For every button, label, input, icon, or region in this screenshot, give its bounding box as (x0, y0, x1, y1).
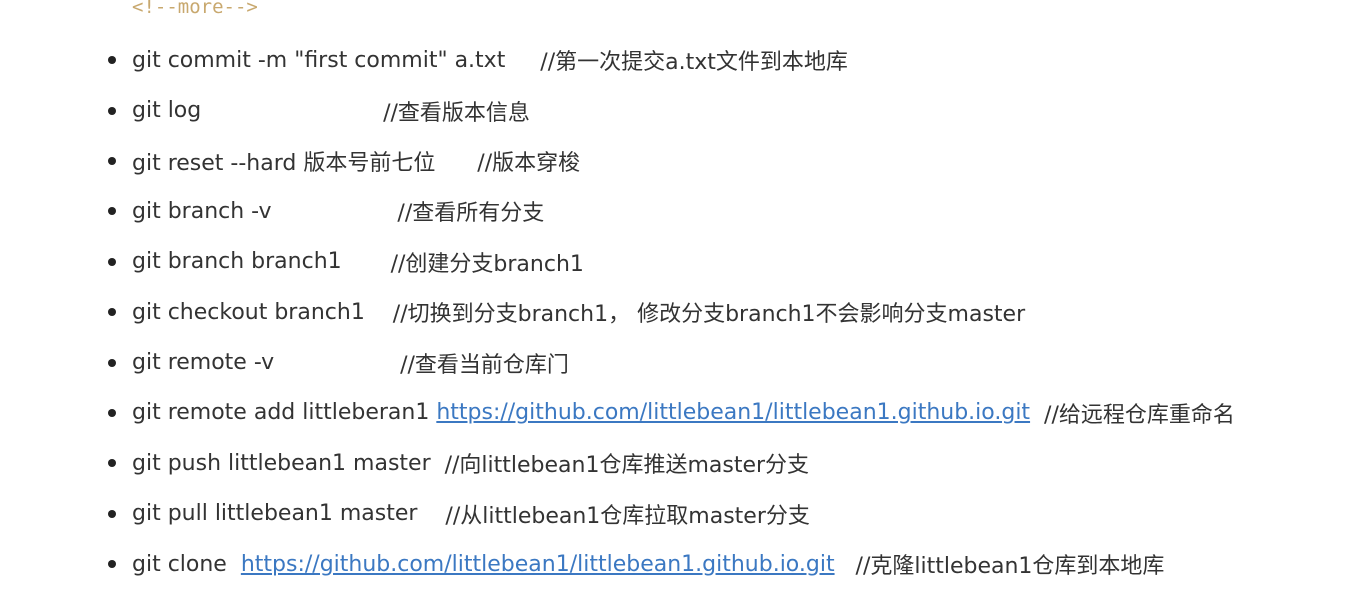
command-list: git commit -m "first commit" a.txt //第一次… (0, 35, 1235, 589)
repo-link[interactable]: https://github.com/littlebean1/littlebea… (241, 552, 835, 577)
list-item: git checkout branch1 //切换到分支branch1， 修改分… (0, 287, 1235, 337)
command-comment: //从littlebean1仓库拉取master分支 (445, 503, 810, 529)
list-item: git reset --hard 版本号前七位 //版本穿梭 (0, 136, 1235, 186)
command-text: git branch branch1 (132, 249, 391, 275)
command-text: git reset --hard 版本号前七位 (132, 150, 478, 176)
list-item: git commit -m "first commit" a.txt //第一次… (0, 35, 1235, 85)
bullet-icon (108, 509, 116, 518)
command-comment: //给远程仓库重命名 (1030, 402, 1235, 428)
list-item: git branch branch1 //创建分支branch1 (0, 237, 1235, 287)
bullet-icon (108, 156, 116, 165)
command-text: git branch -v (132, 198, 398, 224)
command-comment: //克隆littlebean1仓库到本地库 (834, 554, 1165, 580)
command-comment: //第一次提交a.txt文件到本地库 (540, 50, 848, 76)
bullet-icon (108, 257, 116, 266)
command-text: git log (132, 98, 384, 124)
command-comment: //创建分支branch1 (390, 251, 584, 277)
bullet-icon (108, 408, 116, 417)
list-item: git branch -v //查看所有分支 (0, 186, 1235, 236)
bullet-icon (108, 207, 116, 216)
command-text: git pull littlebean1 master (132, 501, 446, 527)
list-item: git push littlebean1 master //向littlebea… (0, 438, 1235, 488)
command-text: git commit -m "first commit" a.txt (132, 47, 541, 73)
list-item: git clone https://github.com/littlebean1… (0, 539, 1235, 589)
command-comment: //向littlebean1仓库推送master分支 (444, 453, 810, 479)
bullet-icon (108, 358, 116, 367)
list-item: git remote -v //查看当前仓库门 (0, 337, 1235, 387)
list-item: git log //查看版本信息 (0, 85, 1235, 135)
command-text: git remote add littleberan1 (132, 400, 437, 426)
more-comment: <!--more--> (132, 0, 258, 18)
command-comment: //查看所有分支 (397, 201, 545, 227)
bullet-icon (108, 56, 116, 65)
repo-link[interactable]: https://github.com/littlebean1/littlebea… (436, 400, 1030, 425)
bullet-icon (108, 106, 116, 115)
command-comment: //版本穿梭 (477, 150, 581, 176)
bullet-icon (108, 308, 116, 317)
command-text: git checkout branch1 (132, 299, 393, 325)
list-item: git remote add littleberan1 https://gith… (0, 388, 1235, 438)
command-text: git remote -v (132, 350, 401, 376)
command-text: git clone (132, 551, 241, 577)
command-text: git push littlebean1 master (132, 450, 445, 476)
command-comment: //查看版本信息 (383, 100, 530, 126)
list-item: git pull littlebean1 master //从littlebea… (0, 489, 1235, 539)
command-comment: //切换到分支branch1， 修改分支branch1不会影响分支master (392, 302, 1026, 328)
command-comment: //查看当前仓库门 (400, 352, 569, 378)
bullet-icon (108, 560, 116, 569)
bullet-icon (108, 459, 116, 468)
